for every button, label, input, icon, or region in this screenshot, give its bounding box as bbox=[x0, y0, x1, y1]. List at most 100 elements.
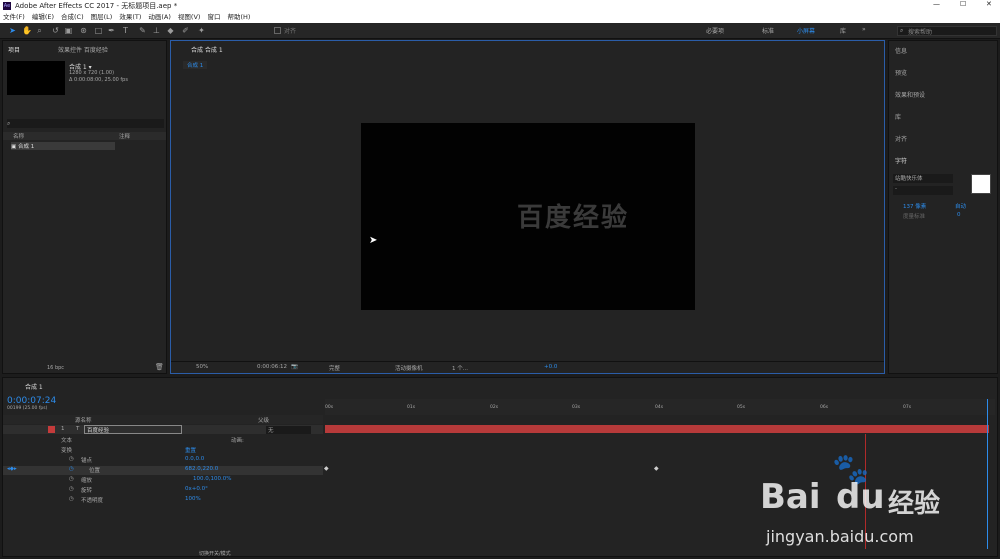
close-button[interactable]: ✕ bbox=[986, 0, 992, 8]
prop-position-value[interactable]: 682.0,220.0 bbox=[185, 466, 218, 472]
time-ruler[interactable]: 00s 01s 02s 03s 04s 05s 06s 07s bbox=[325, 399, 995, 415]
info-panel-tab[interactable]: 信息 bbox=[895, 46, 907, 55]
comp-canvas[interactable]: 百度经验 bbox=[361, 123, 695, 310]
ruler-label: 02s bbox=[490, 405, 499, 410]
stopwatch-icon[interactable]: ◷ bbox=[69, 486, 74, 492]
camera-tool-icon[interactable]: ▣ bbox=[64, 26, 73, 35]
timecode-display[interactable]: 0:00:06:12 bbox=[257, 364, 287, 370]
workspace-menu-icon[interactable]: » bbox=[862, 26, 866, 33]
transform-reset[interactable]: 重置 bbox=[185, 446, 196, 454]
clone-tool-icon[interactable]: ⊥ bbox=[152, 26, 161, 35]
prop-scale-value[interactable]: 100.0,100.0% bbox=[193, 476, 231, 482]
stopwatch-icon[interactable]: ◷ bbox=[69, 456, 74, 462]
preview-panel-tab[interactable]: 预览 bbox=[895, 68, 907, 77]
workspace-small-screen[interactable]: 小屏幕 bbox=[797, 26, 815, 35]
zoom-select[interactable]: 50% bbox=[196, 364, 208, 370]
col-parent[interactable]: 父级 bbox=[258, 416, 269, 424]
stopwatch-icon[interactable]: ◷ bbox=[69, 476, 74, 482]
timeline-tab[interactable]: 合成 1 bbox=[25, 382, 43, 391]
col-note[interactable]: 注释 bbox=[119, 132, 130, 140]
keyframe-nav-icon[interactable]: ◂◆▸ bbox=[7, 466, 17, 472]
ruler-label: 03s bbox=[572, 405, 581, 410]
align-tab[interactable]: 对齐 bbox=[895, 134, 907, 143]
fill-color-swatch[interactable] bbox=[971, 174, 991, 194]
menu-layer[interactable]: 图层(L) bbox=[91, 13, 113, 21]
zoom-tool-icon[interactable]: ⌕ bbox=[35, 26, 44, 35]
library-tab[interactable]: 库 bbox=[895, 112, 901, 121]
type-tool-icon[interactable]: T bbox=[121, 26, 130, 35]
views-select[interactable]: 1 个... bbox=[452, 364, 468, 372]
keyframe-diamond[interactable]: ◆ bbox=[324, 465, 329, 472]
layer-name[interactable]: 百度经验 bbox=[84, 425, 182, 434]
prop-opacity-value[interactable]: 100% bbox=[185, 496, 201, 502]
hand-tool-icon[interactable]: ✋ bbox=[22, 26, 32, 35]
brush-tool-icon[interactable]: ✎ bbox=[138, 26, 147, 35]
menu-help[interactable]: 帮助(H) bbox=[227, 13, 250, 21]
composition-panel: 合成 合成 1 合成 1 百度经验 ➤ 50% 0:00:06:12 📷 完整 … bbox=[170, 40, 885, 374]
menu-window[interactable]: 窗口 bbox=[207, 13, 220, 21]
layer-color-label[interactable] bbox=[48, 426, 55, 433]
stopwatch-icon[interactable]: ◷ bbox=[69, 466, 74, 472]
font-size-value[interactable]: 137 像素 bbox=[903, 202, 926, 210]
workspace-library[interactable]: 库 bbox=[840, 26, 846, 35]
eraser-tool-icon[interactable]: ◆ bbox=[166, 26, 175, 35]
col-name[interactable]: 名称 bbox=[13, 132, 24, 140]
comp-tab[interactable]: 合成 合成 1 bbox=[191, 45, 223, 54]
effects-presets-tab[interactable]: 效果和预设 bbox=[895, 90, 925, 99]
prop-anchor-value[interactable]: 0.0,0.0 bbox=[185, 456, 204, 462]
project-search-field[interactable]: ⌕ bbox=[7, 119, 164, 128]
snapshot-icon[interactable]: 📷 bbox=[291, 364, 298, 370]
layer-row[interactable]: 1 T 百度经验 无 bbox=[3, 425, 323, 434]
resolution-select[interactable]: 完整 bbox=[329, 364, 340, 372]
camera-select[interactable]: 活动摄像机 bbox=[395, 364, 423, 372]
col-source-name[interactable]: 源名称 bbox=[75, 416, 92, 424]
stopwatch-icon[interactable]: ◷ bbox=[69, 496, 74, 502]
selection-tool-icon[interactable]: ➤ bbox=[8, 26, 17, 35]
prop-opacity[interactable]: ◷ 不透明度 100% bbox=[3, 496, 323, 505]
text-property[interactable]: 文本 bbox=[61, 436, 72, 444]
font-family-select[interactable]: 站酷快乐体 bbox=[893, 174, 953, 183]
prop-rotation-value[interactable]: 0x+0.0° bbox=[185, 486, 208, 492]
menu-edit[interactable]: 编辑(E) bbox=[32, 13, 54, 21]
menu-animation[interactable]: 动画(A) bbox=[148, 13, 171, 21]
prop-scale[interactable]: ◷ 缩放 100.0,100.0% bbox=[3, 476, 323, 485]
prop-rotation[interactable]: ◷ 旋转 0x+0.0° bbox=[3, 486, 323, 495]
tracking-value[interactable]: 0 bbox=[957, 212, 961, 218]
tracking-label[interactable]: 度量标准 bbox=[903, 212, 925, 220]
workspace-essentials[interactable]: 必要项 bbox=[706, 26, 724, 35]
menu-file[interactable]: 文件(F) bbox=[3, 13, 25, 21]
parent-select[interactable]: 无 bbox=[266, 426, 311, 434]
comp-breadcrumb[interactable]: 合成 1 bbox=[183, 61, 208, 69]
prop-position[interactable]: ◂◆▸ ◷ 位置 682.0,220.0 bbox=[3, 466, 323, 475]
prop-anchor[interactable]: ◷ 锚点 0.0,0.0 bbox=[3, 456, 323, 465]
puppet-tool-icon[interactable]: ✦ bbox=[197, 26, 206, 35]
rotate-tool-icon[interactable]: ↺ bbox=[51, 26, 60, 35]
menu-view[interactable]: 视图(V) bbox=[178, 13, 201, 21]
toggle-switches-modes[interactable]: 切换开关/模式 bbox=[199, 550, 231, 557]
search-help-field[interactable]: ⌕ 搜索帮助 bbox=[897, 26, 997, 36]
trash-icon[interactable]: 🗑 bbox=[155, 363, 164, 371]
canvas-text-layer[interactable]: 百度经验 bbox=[517, 197, 629, 234]
exposure-value[interactable]: +0.0 bbox=[544, 364, 557, 370]
project-item[interactable]: ▣ 合成 1 bbox=[11, 142, 115, 150]
maximize-button[interactable]: ☐ bbox=[960, 0, 966, 8]
snap-checkbox[interactable] bbox=[274, 27, 281, 34]
font-style-select[interactable]: - bbox=[893, 186, 953, 195]
transform-group[interactable]: 变换 bbox=[61, 446, 72, 454]
bpc-label[interactable]: 16 bpc bbox=[47, 365, 64, 371]
animate-menu[interactable]: 动画: bbox=[231, 436, 244, 444]
leading-value[interactable]: 自动 bbox=[955, 202, 966, 210]
layer-duration-bar[interactable] bbox=[325, 425, 989, 433]
rectangle-tool-icon[interactable]: □ bbox=[94, 26, 103, 35]
keyframe-diamond[interactable]: ◆ bbox=[654, 465, 659, 472]
pan-behind-tool-icon[interactable]: ⊛ bbox=[79, 26, 88, 35]
fx-controls-tab[interactable]: 效果控件 百度经验 bbox=[58, 45, 108, 54]
current-time[interactable]: 0:00:07:24 bbox=[7, 396, 56, 406]
workspace-standard[interactable]: 标准 bbox=[762, 26, 774, 35]
roto-brush-icon[interactable]: ✐ bbox=[181, 26, 190, 35]
menu-effect[interactable]: 效果(T) bbox=[119, 13, 141, 21]
pen-tool-icon[interactable]: ✒ bbox=[107, 26, 116, 35]
minimize-button[interactable]: — bbox=[933, 0, 940, 8]
menu-composition[interactable]: 合成(C) bbox=[61, 13, 84, 21]
project-tab[interactable]: 项目 bbox=[8, 45, 20, 54]
